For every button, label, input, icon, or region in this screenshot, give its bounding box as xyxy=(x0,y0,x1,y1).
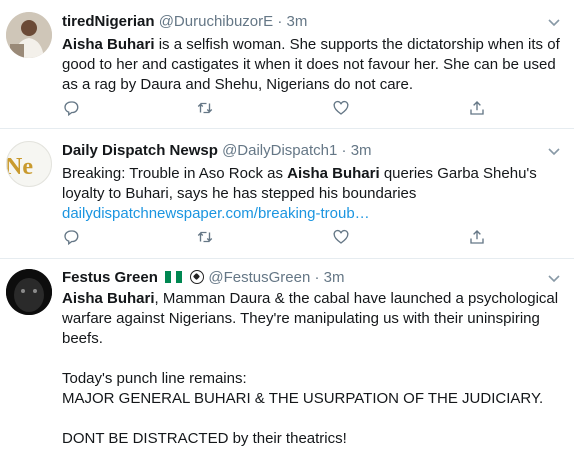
tweet-text: Aisha Buhari, Mamman Daura & the cabal h… xyxy=(62,289,564,449)
tweet-actions xyxy=(62,228,542,248)
tweet-text: Aisha Buhari is a selfish woman. She sup… xyxy=(62,35,564,95)
mention-bold: Aisha Buhari xyxy=(287,165,380,182)
avatar[interactable] xyxy=(6,12,52,58)
nigeria-flag-icon xyxy=(165,270,183,283)
chevron-down-icon[interactable] xyxy=(546,143,562,159)
author-handle[interactable]: @DailyDispatch1 xyxy=(222,142,337,159)
author-name[interactable]: Festus Green xyxy=(62,269,158,286)
retweet-icon[interactable] xyxy=(196,228,216,248)
separator-dot: · xyxy=(314,269,320,286)
chevron-down-icon[interactable] xyxy=(546,14,562,30)
author-name[interactable]: tiredNigerian xyxy=(62,13,155,30)
avatar[interactable] xyxy=(6,269,52,315)
tweet-2[interactable]: Ne Daily Dispatch Newsp @DailyDispatch1 … xyxy=(0,129,574,259)
like-icon[interactable] xyxy=(332,228,352,248)
tweet-text-pre: Breaking: Trouble in Aso Rock as xyxy=(62,165,288,182)
share-icon[interactable] xyxy=(468,228,488,248)
tweet-text: Breaking: Trouble in Aso Rock as Aisha B… xyxy=(62,164,564,224)
share-icon[interactable] xyxy=(468,99,488,119)
like-icon[interactable] xyxy=(332,99,352,119)
tweet-paragraph-4: DONT BE DISTRACTED by their theatrics! xyxy=(62,430,347,447)
timestamp[interactable]: 3m xyxy=(287,13,308,30)
timestamp[interactable]: 3m xyxy=(324,269,345,286)
mention-bold: Aisha Buhari xyxy=(62,290,155,307)
article-link[interactable]: dailydispatchnewspaper.com/breaking-trou… xyxy=(62,205,370,222)
avatar-text: Ne xyxy=(7,154,33,180)
chevron-down-icon[interactable] xyxy=(546,270,562,286)
tweet-1[interactable]: tiredNigerian @DuruchibuzorE · 3m Aisha … xyxy=(0,0,574,129)
retweet-icon[interactable] xyxy=(196,99,216,119)
tweet-paragraph-2: Today's punch line remains: xyxy=(62,370,247,387)
reply-icon[interactable] xyxy=(62,228,82,248)
tweet-actions xyxy=(62,99,542,119)
soccer-ball-icon xyxy=(190,270,205,284)
author-handle[interactable]: @DuruchibuzorE xyxy=(159,13,273,30)
separator-dot: · xyxy=(341,142,347,159)
author-name[interactable]: Daily Dispatch Newsp xyxy=(62,142,218,159)
avatar[interactable]: Ne xyxy=(6,141,52,187)
tweet-3[interactable]: Festus Green @FestusGreen · 3m Aisha Buh… xyxy=(0,259,574,447)
reply-icon[interactable] xyxy=(62,99,82,119)
tweet-paragraph-3: MAJOR GENERAL BUHARI & THE USURPATION OF… xyxy=(62,390,544,407)
author-handle[interactable]: @FestusGreen xyxy=(208,269,310,286)
timestamp[interactable]: 3m xyxy=(351,142,372,159)
mention-bold: Aisha Buhari xyxy=(62,36,155,53)
separator-dot: · xyxy=(277,13,283,30)
